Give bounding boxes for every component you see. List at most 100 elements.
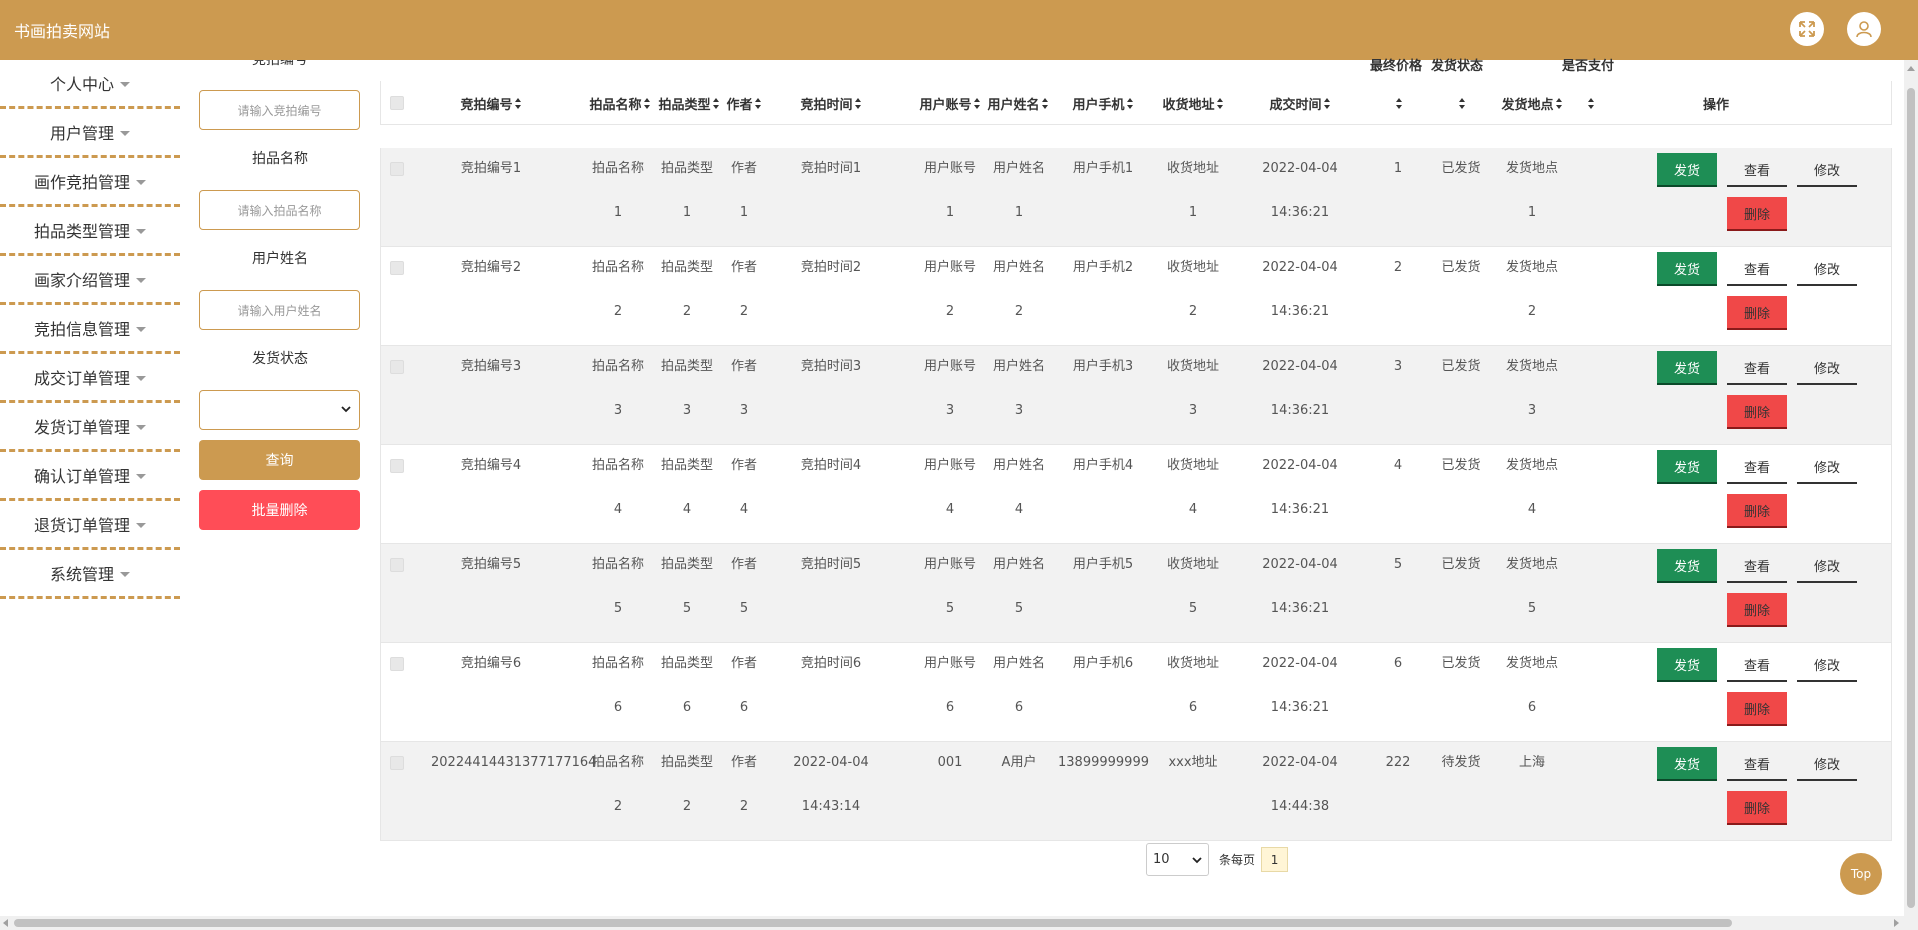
user-name-input[interactable]: 请输入用户姓名 bbox=[199, 290, 360, 330]
ship-button[interactable]: 发货 bbox=[1657, 450, 1717, 484]
vertical-scroll-thumb[interactable] bbox=[1907, 88, 1915, 908]
batch-delete-button[interactable]: 批量删除 bbox=[199, 490, 360, 530]
col-final-price-sort[interactable] bbox=[1391, 81, 1405, 125]
delete-button[interactable]: 删除 bbox=[1727, 791, 1787, 825]
horizontal-scrollbar[interactable] bbox=[0, 916, 1904, 930]
sidebar-item-deal-orders[interactable]: 成交订单管理 bbox=[0, 354, 180, 403]
auction-no-input[interactable]: 请输入竞拍编号 bbox=[199, 90, 360, 130]
col-ship-status-sort[interactable] bbox=[1454, 81, 1468, 125]
col-user-phone[interactable]: 用户手机 bbox=[1058, 81, 1148, 125]
cell-address: 收货地址 bbox=[1166, 458, 1219, 473]
view-button[interactable]: 查看 bbox=[1727, 450, 1787, 484]
vertical-scrollbar[interactable] bbox=[1904, 60, 1918, 930]
view-button[interactable]: 查看 bbox=[1727, 351, 1787, 385]
query-button[interactable]: 查询 bbox=[199, 440, 360, 480]
delete-button[interactable]: 删除 bbox=[1727, 692, 1787, 726]
select-all-checkbox[interactable] bbox=[390, 96, 404, 110]
scroll-left-icon[interactable] bbox=[3, 919, 8, 927]
row-checkbox[interactable] bbox=[390, 558, 404, 572]
page-size-value: 10 bbox=[1153, 852, 1170, 867]
col-address[interactable]: 收货地址 bbox=[1153, 81, 1233, 125]
row-checkbox[interactable] bbox=[390, 261, 404, 275]
row-checkbox[interactable] bbox=[390, 756, 404, 770]
row-checkbox[interactable] bbox=[390, 459, 404, 473]
row-checkbox[interactable] bbox=[390, 360, 404, 374]
cell-deal-time: 2022-04-04 bbox=[1262, 458, 1338, 473]
horizontal-scroll-thumb[interactable] bbox=[14, 919, 1732, 927]
sidebar-item-system[interactable]: 系统管理 bbox=[0, 550, 180, 599]
col-label: 拍品类型 bbox=[658, 97, 711, 113]
cell-ship-status: 已发货 bbox=[1441, 458, 1481, 473]
expand-icon[interactable] bbox=[1790, 12, 1824, 46]
sidebar-item-item-type[interactable]: 拍品类型管理 bbox=[0, 207, 180, 256]
sidebar-item-confirm-orders[interactable]: 确认订单管理 bbox=[0, 452, 180, 501]
item-name-label: 拍品名称 bbox=[252, 151, 308, 167]
sort-icon bbox=[1216, 97, 1224, 109]
delete-button[interactable]: 删除 bbox=[1727, 395, 1787, 429]
cell-user-account: 用户账号 bbox=[923, 557, 976, 572]
edit-button[interactable]: 修改 bbox=[1797, 153, 1857, 187]
col-auction-time[interactable]: 竞拍时间 bbox=[781, 81, 881, 125]
cell-user-account-line2: 3 bbox=[945, 403, 955, 418]
row-checkbox[interactable] bbox=[390, 657, 404, 671]
cell-ship-place-line2: 5 bbox=[1527, 601, 1537, 616]
sidebar-item-painter-intro[interactable]: 画家介绍管理 bbox=[0, 256, 180, 305]
view-button[interactable]: 查看 bbox=[1727, 252, 1787, 286]
row-checkbox[interactable] bbox=[390, 162, 404, 176]
col-ship-place[interactable]: 发货地点 bbox=[1489, 81, 1575, 125]
sidebar-item-ship-orders[interactable]: 发货订单管理 bbox=[0, 403, 180, 452]
edit-button[interactable]: 修改 bbox=[1797, 648, 1857, 682]
view-button[interactable]: 查看 bbox=[1727, 153, 1787, 187]
view-button[interactable]: 查看 bbox=[1727, 549, 1787, 583]
edit-button[interactable]: 修改 bbox=[1797, 747, 1857, 781]
col-item-type[interactable]: 拍品类型 bbox=[658, 81, 720, 125]
ship-button[interactable]: 发货 bbox=[1657, 153, 1717, 187]
edit-button[interactable]: 修改 bbox=[1797, 351, 1857, 385]
page-size-select[interactable]: 10 bbox=[1146, 843, 1209, 876]
ship-button[interactable]: 发货 bbox=[1657, 252, 1717, 286]
col-user-name[interactable]: 用户姓名 bbox=[986, 81, 1050, 125]
col-author[interactable]: 作者 bbox=[725, 81, 763, 125]
view-button[interactable]: 查看 bbox=[1727, 648, 1787, 682]
sidebar-item-return-orders[interactable]: 退货订单管理 bbox=[0, 501, 180, 550]
cell-address-line2: 2 bbox=[1188, 304, 1198, 319]
sidebar-item-label: 退货订单管理 bbox=[33, 516, 130, 535]
delete-button[interactable]: 删除 bbox=[1727, 197, 1787, 231]
edit-button[interactable]: 修改 bbox=[1797, 549, 1857, 583]
edit-button[interactable]: 修改 bbox=[1797, 450, 1857, 484]
col-auction-no[interactable]: 竞拍编号 bbox=[431, 81, 551, 125]
sidebar-item-auction-info[interactable]: 竞拍信息管理 bbox=[0, 305, 180, 354]
caret-down-icon bbox=[120, 571, 130, 577]
sort-icon bbox=[1323, 97, 1331, 109]
col-item-name[interactable]: 拍品名称 bbox=[589, 81, 651, 125]
scroll-right-icon[interactable] bbox=[1894, 919, 1899, 927]
cell-author: 作者 bbox=[730, 359, 757, 374]
ship-button[interactable]: 发货 bbox=[1657, 549, 1717, 583]
sidebar-item-personal-center[interactable]: 个人中心 bbox=[0, 60, 180, 109]
delete-button[interactable]: 删除 bbox=[1727, 494, 1787, 528]
item-name-input[interactable]: 请输入拍品名称 bbox=[199, 190, 360, 230]
sort-icon bbox=[1555, 97, 1563, 109]
user-icon[interactable] bbox=[1847, 12, 1881, 46]
col-label: 发货地点 bbox=[1501, 97, 1554, 113]
col-paid-sort[interactable] bbox=[1583, 81, 1597, 125]
ship-button[interactable]: 发货 bbox=[1657, 648, 1717, 682]
col-user-account[interactable]: 用户账号 bbox=[918, 81, 982, 125]
sidebar-item-painting-auction[interactable]: 画作竞拍管理 bbox=[0, 158, 180, 207]
delete-button[interactable]: 删除 bbox=[1727, 296, 1787, 330]
cell-address-line2: 4 bbox=[1188, 502, 1198, 517]
page-number-current[interactable]: 1 bbox=[1261, 847, 1289, 872]
back-to-top-button[interactable]: Top bbox=[1840, 853, 1882, 895]
ship-button[interactable]: 发货 bbox=[1657, 747, 1717, 781]
ship-status-select[interactable] bbox=[199, 390, 360, 430]
cell-ship-status: 已发货 bbox=[1441, 161, 1481, 176]
edit-button[interactable]: 修改 bbox=[1797, 252, 1857, 286]
delete-button[interactable]: 删除 bbox=[1727, 593, 1787, 627]
col-deal-time[interactable]: 成交时间 bbox=[1243, 81, 1357, 125]
view-button[interactable]: 查看 bbox=[1727, 747, 1787, 781]
cell-item-name-line2: 5 bbox=[613, 601, 623, 616]
sidebar-item-user-management[interactable]: 用户管理 bbox=[0, 109, 180, 158]
scroll-up-icon[interactable] bbox=[1907, 66, 1915, 71]
ship-button[interactable]: 发货 bbox=[1657, 351, 1717, 385]
cell-item-name: 拍品名称 bbox=[591, 557, 644, 572]
